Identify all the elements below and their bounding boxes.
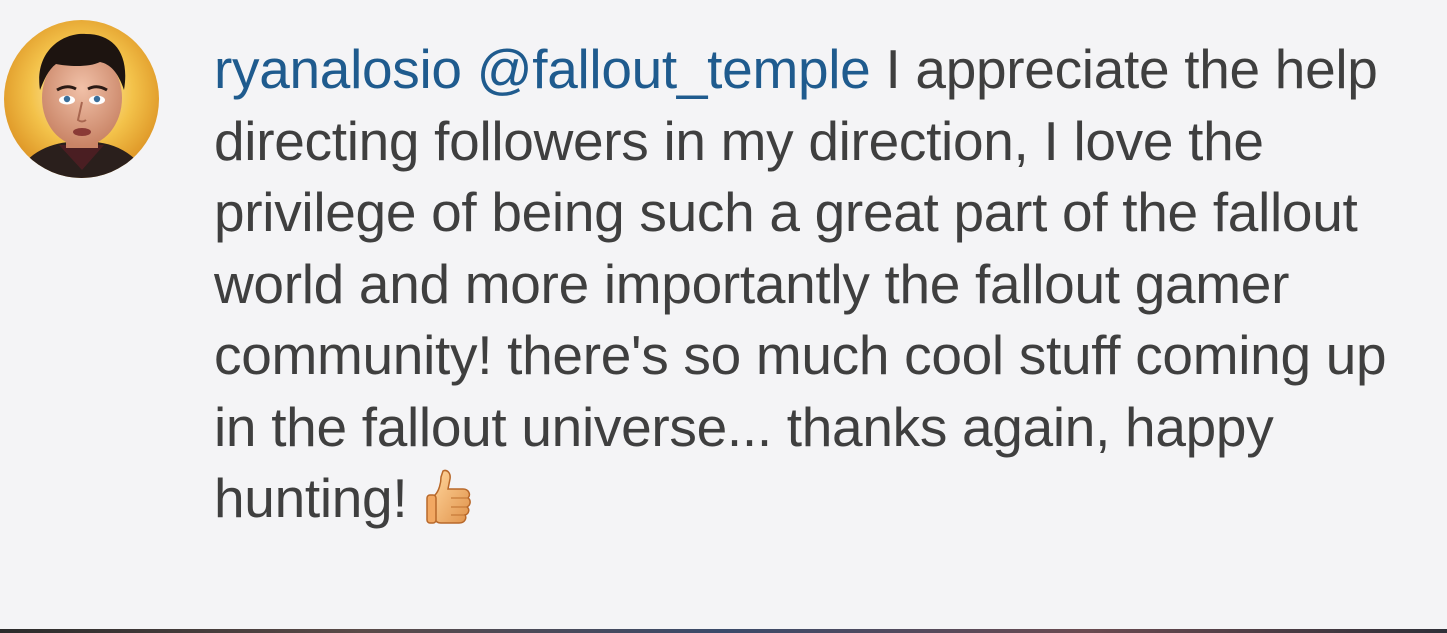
- mention-link[interactable]: @fallout_temple: [477, 38, 871, 100]
- comment-body: ryanalosio @fallout_temple I appreciate …: [214, 34, 1424, 535]
- comment: ryanalosio @fallout_temple I appreciate …: [0, 0, 1447, 633]
- avatar[interactable]: [4, 20, 159, 178]
- thumbs-up-icon: [425, 467, 473, 525]
- avatar-image: [4, 20, 159, 178]
- username-link[interactable]: ryanalosio: [214, 38, 462, 100]
- comment-text: I appreciate the help directing follower…: [214, 38, 1387, 529]
- bottom-divider: [0, 629, 1447, 633]
